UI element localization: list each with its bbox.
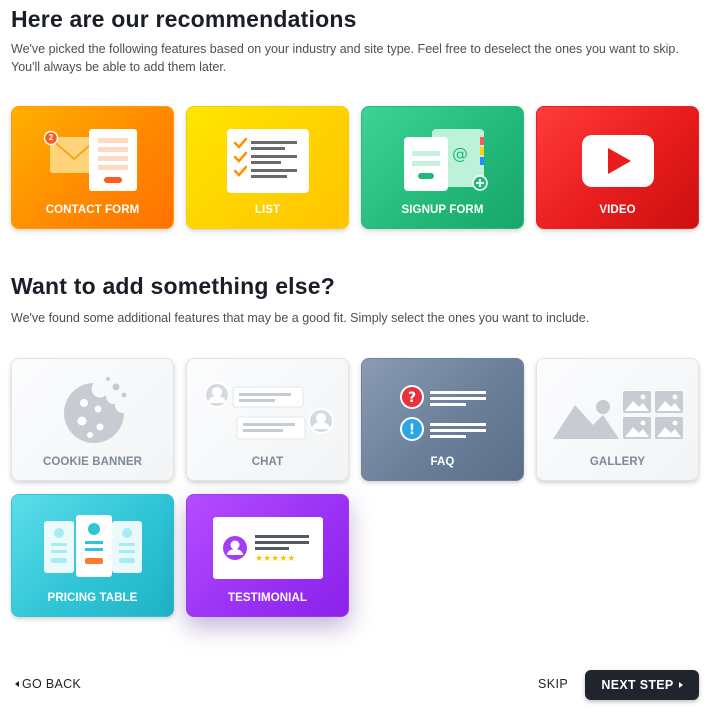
card-pricing-table[interactable]: PRICING TABLE — [11, 494, 174, 617]
testimonial-icon: ★★★★★ — [213, 517, 323, 579]
next-step-label: NEXT STEP — [601, 678, 674, 692]
video-play-icon — [582, 135, 654, 187]
additional-title: Want to add something else? — [11, 273, 336, 299]
card-list[interactable]: LIST — [186, 106, 349, 229]
card-cookie-banner[interactable]: COOKIE BANNER — [11, 358, 174, 481]
card-faq[interactable]: ? ! FAQ — [361, 358, 524, 481]
go-back-label: GO BACK — [22, 677, 82, 691]
card-gallery[interactable]: GALLERY — [536, 358, 699, 481]
svg-text:!: ! — [409, 422, 415, 438]
svg-text:★★★★★: ★★★★★ — [255, 554, 295, 564]
chevron-right-icon — [678, 682, 683, 688]
card-contact-form[interactable]: 2 CONTACT FORM — [11, 106, 174, 229]
chevron-left-icon — [15, 681, 19, 687]
video-label: VIDEO — [599, 204, 636, 216]
list-label: LIST — [254, 204, 281, 216]
card-signup-form[interactable]: @ SIGNUP FORM — [361, 106, 524, 229]
faq-icon: ? ! — [400, 385, 486, 441]
cookie-icon — [64, 377, 127, 443]
gallery-label: GALLERY — [589, 456, 646, 468]
checklist-icon — [227, 129, 309, 193]
card-chat[interactable]: CHAT — [186, 358, 349, 481]
signup-form-label: SIGNUP FORM — [401, 204, 484, 216]
gallery-icon — [553, 391, 683, 439]
pricing-table-icon — [44, 515, 142, 577]
card-testimonial[interactable]: ★★★★★ TESTIMONIAL — [186, 494, 349, 617]
skip-button[interactable]: SKIP — [538, 677, 568, 691]
recommendations-description: We've picked the following features base… — [11, 42, 679, 74]
recommendations-title: Here are our recommendations — [11, 6, 357, 32]
additional-description: We've found some additional features tha… — [11, 311, 590, 325]
svg-text:@: @ — [452, 144, 468, 163]
next-step-button[interactable]: NEXT STEP — [585, 670, 699, 700]
contact-form-badge: 2 — [48, 133, 54, 142]
pricing-table-label: PRICING TABLE — [47, 592, 138, 604]
go-back-button[interactable]: GO BACK — [15, 677, 81, 691]
cookie-banner-label: COOKIE BANNER — [42, 456, 143, 468]
svg-text:?: ? — [408, 390, 416, 406]
contact-form-label: CONTACT FORM — [45, 204, 140, 216]
signup-form-icon: @ — [404, 129, 488, 191]
testimonial-label: TESTIMONIAL — [227, 592, 308, 604]
contact-form-icon — [43, 129, 137, 191]
faq-label: FAQ — [430, 456, 455, 468]
card-video[interactable]: VIDEO — [536, 106, 699, 229]
chat-icon — [204, 382, 334, 440]
chat-label: CHAT — [251, 456, 284, 468]
